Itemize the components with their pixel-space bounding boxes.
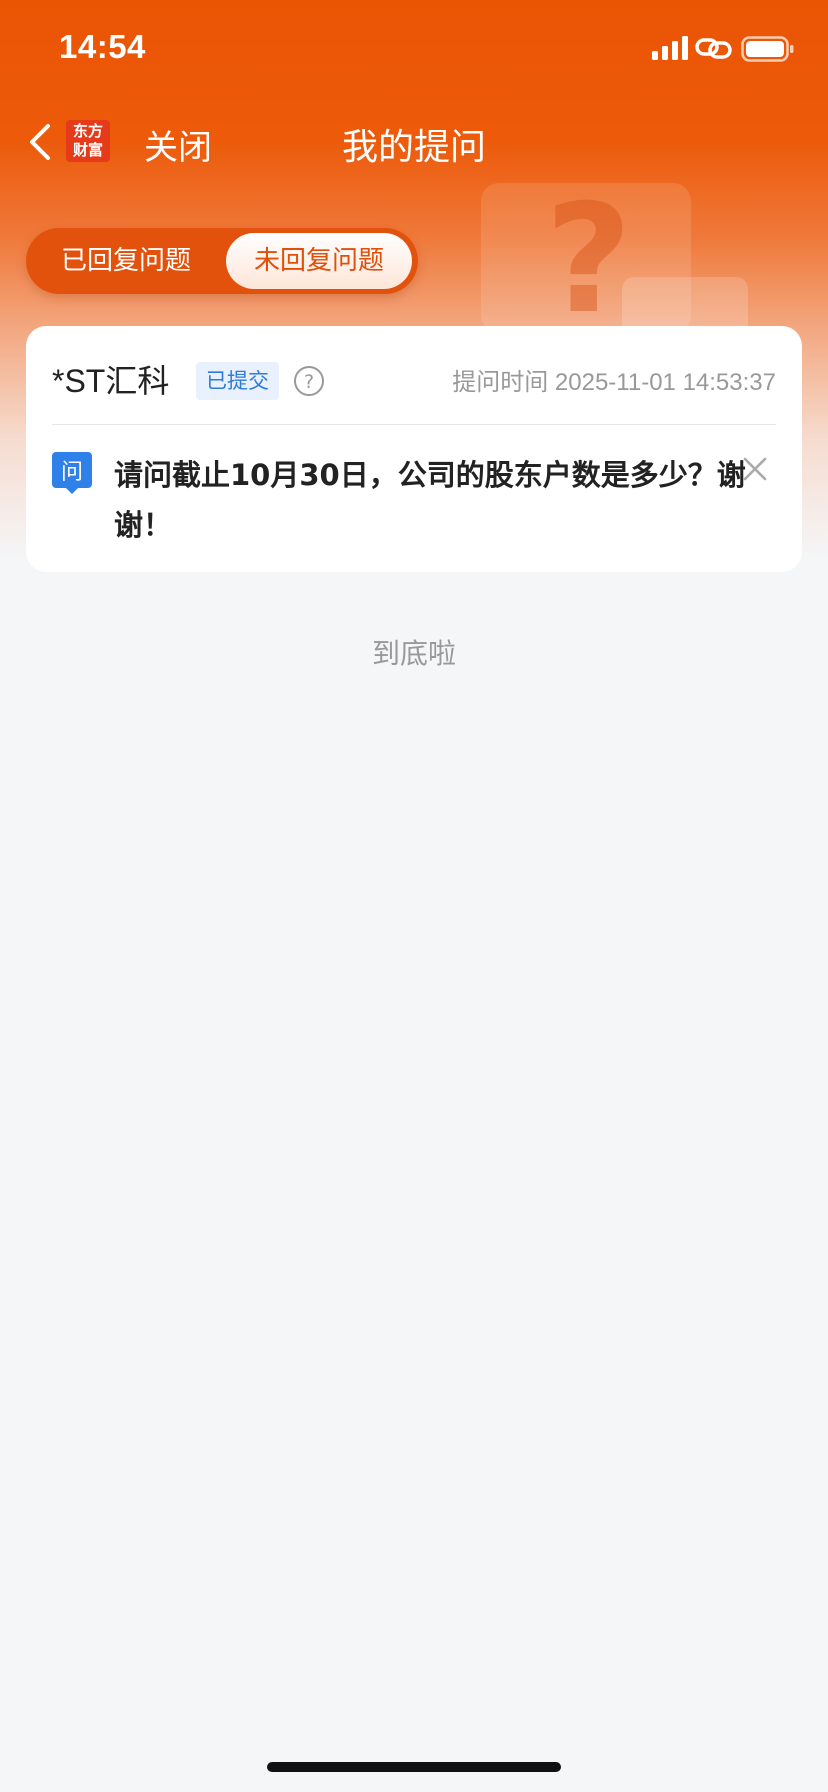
tab-replied[interactable]: 已回复问题	[36, 228, 216, 294]
status-badge: 已提交	[196, 362, 279, 400]
status-time: 14:54	[59, 28, 146, 65]
battery-icon	[741, 36, 794, 62]
help-icon[interactable]: ?	[293, 365, 325, 397]
nav-bar: 东方 财富 关闭 我的提问	[0, 100, 828, 182]
link-icon	[695, 38, 732, 59]
question-icon-label: 问	[61, 460, 83, 485]
stock-name[interactable]: *ST汇科	[52, 356, 169, 402]
question-card[interactable]: *ST汇科 已提交 ? 提问时间 2025-11-01 14:53:37 问 请…	[26, 326, 802, 572]
home-indicator[interactable]	[267, 1762, 561, 1772]
screen: ? 14:54 东方 财富 关闭 我的提问 已回复问题 未回复问题 *ST汇科 …	[0, 0, 828, 1792]
divider	[52, 424, 776, 425]
question-text: 请问截止10月30日，公司的股东户数是多少？谢谢！	[114, 458, 746, 542]
signal-icon	[652, 36, 688, 60]
tab-unreplied[interactable]: 未回复问题	[226, 233, 412, 289]
svg-text:?: ?	[304, 371, 314, 393]
end-of-list-text: 到底啦	[371, 637, 456, 670]
close-icon[interactable]	[742, 456, 768, 482]
status-bar: 14:54	[0, 0, 828, 100]
ask-time: 提问时间 2025-11-01 14:53:37	[452, 369, 776, 396]
question-icon: 问	[52, 452, 92, 494]
page-title: 我的提问	[341, 127, 486, 168]
question-tabs: 已回复问题 未回复问题	[26, 228, 418, 294]
